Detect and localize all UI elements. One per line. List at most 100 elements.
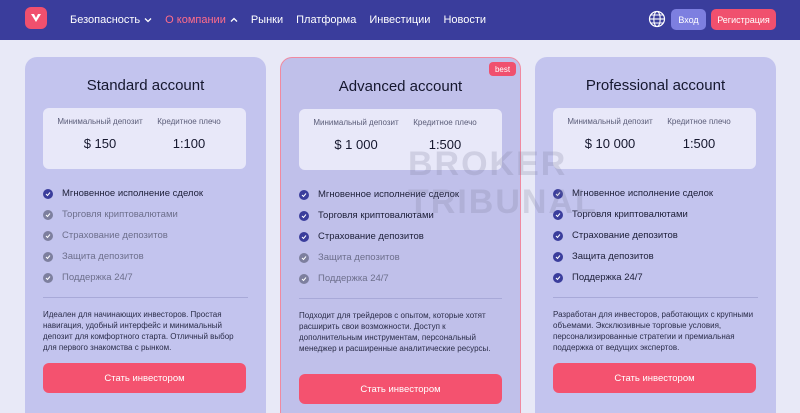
divider (43, 297, 248, 298)
nav-item-label: Платформа (296, 14, 357, 26)
globe-icon[interactable] (648, 10, 666, 28)
feature-list: Мгновенное исполнение сделок Торговля кр… (553, 183, 713, 288)
best-badge: best (489, 62, 516, 76)
feature-item: Защита депозитов (299, 247, 459, 268)
nav-item-label: Инвестиции (369, 14, 431, 26)
become-investor-button[interactable]: Стать инвестором (299, 374, 502, 404)
feature-label: Страхование депозитов (62, 230, 168, 241)
feature-list: Мгновенное исполнение сделок Торговля кр… (43, 183, 203, 288)
divider (299, 298, 502, 299)
feature-item: Поддержка 24/7 (299, 268, 459, 289)
card-description: Разработан для инвесторов, работающих с … (553, 310, 754, 352)
feature-item: Торговля криптовалютами (43, 204, 203, 225)
card-description: Подходит для трейдеров с опытом, которые… (299, 311, 491, 353)
card-description: Идеален для начинающих инвесторов. Прост… (43, 310, 234, 352)
feature-label: Торговля криптовалютами (62, 209, 178, 220)
feature-label: Мгновенное исполнение сделок (62, 188, 204, 199)
feature-item: Страхование депозитов (43, 225, 203, 246)
min-deposit-value: $ 10 000 (584, 136, 636, 151)
feature-item: Поддержка 24/7 (553, 267, 713, 288)
nav-item-security[interactable]: Безопасность (70, 14, 152, 26)
leverage-value: 1:100 (172, 136, 206, 151)
card-stats: Минимальный депозит $ 150 Кредитное плеч… (43, 108, 246, 169)
feature-item: Страхование депозитов (299, 226, 459, 247)
min-deposit-stat: Минимальный депозит $ 1 000 (311, 118, 401, 152)
check-circle-icon (553, 251, 563, 262)
nav-item-platform[interactable]: Платформа (296, 14, 356, 26)
feature-item: Торговля криптовалютами (299, 205, 459, 226)
leverage-label: Кредитное плечо (667, 117, 731, 126)
feature-label: Страхование депозитов (318, 231, 424, 242)
check-circle-icon (299, 231, 309, 242)
min-deposit-label: Минимальный депозит (57, 117, 143, 126)
leverage-stat: Кредитное плечо 1:100 (144, 117, 234, 151)
check-circle-icon (299, 210, 309, 221)
check-circle-icon (553, 230, 563, 241)
feature-item: Защита депозитов (43, 246, 203, 267)
feature-label: Защита депозитов (62, 251, 144, 262)
nav-item-markets[interactable]: Рынки (251, 14, 283, 26)
nav-item-label: Безопасность (70, 14, 141, 26)
feature-label: Поддержка 24/7 (572, 272, 643, 283)
feature-item: Страхование депозитов (553, 225, 713, 246)
feature-label: Торговля криптовалютами (572, 209, 688, 220)
card-title: Advanced account (338, 78, 463, 95)
min-deposit-value: $ 1 000 (334, 137, 378, 152)
feature-item: Мгновенное исполнение сделок (299, 184, 459, 205)
min-deposit-label: Минимальный депозит (567, 117, 653, 126)
check-circle-icon (43, 272, 53, 283)
nav-item-label: Новости (443, 14, 487, 26)
card-stats: Минимальный депозит $ 1 000 Кредитное пл… (299, 109, 502, 170)
check-circle-icon (553, 272, 563, 283)
check-circle-icon (553, 188, 563, 199)
nav-item-label: О компании (165, 14, 226, 26)
feature-label: Защита депозитов (572, 251, 654, 262)
check-circle-icon (299, 189, 309, 200)
leverage-stat: Кредитное плечо 1:500 (400, 118, 490, 152)
feature-item: Мгновенное исполнение сделок (43, 183, 203, 204)
min-deposit-stat: Минимальный депозит $ 10 000 (565, 117, 655, 151)
check-circle-icon (43, 209, 53, 220)
feature-label: Мгновенное исполнение сделок (318, 189, 460, 200)
nav-item-about[interactable]: О компании (165, 14, 238, 26)
min-deposit-stat: Минимальный депозит $ 150 (55, 117, 145, 151)
become-investor-button[interactable]: Стать инвестором (553, 363, 756, 393)
leverage-label: Кредитное плечо (157, 117, 221, 126)
min-deposit-label: Минимальный депозит (313, 118, 399, 127)
become-investor-button[interactable]: Стать инвестором (43, 363, 246, 393)
leverage-stat: Кредитное плечо 1:500 (654, 117, 744, 151)
feature-item: Торговля криптовалютами (553, 204, 713, 225)
feature-item: Поддержка 24/7 (43, 267, 203, 288)
brand-logo[interactable] (25, 7, 47, 29)
register-button[interactable]: Регистрация (711, 9, 776, 30)
leverage-label: Кредитное плечо (413, 118, 477, 127)
chevron-up-icon (230, 17, 238, 22)
main-nav: Безопасность О компании Рынки Платформа … (70, 0, 486, 40)
check-circle-icon (43, 188, 53, 199)
card-title: Standard account (86, 77, 205, 94)
divider (553, 297, 758, 298)
feature-list: Мгновенное исполнение сделок Торговля кр… (299, 184, 459, 289)
pricing-card-professional: Professional account Минимальный депозит… (535, 57, 776, 413)
check-circle-icon (299, 252, 309, 263)
brand-logo-icon (31, 14, 41, 22)
feature-label: Поддержка 24/7 (318, 273, 389, 284)
nav-item-investments[interactable]: Инвестиции (369, 14, 430, 26)
chevron-down-icon (144, 18, 152, 23)
check-circle-icon (43, 251, 53, 262)
nav-item-news[interactable]: Новости (443, 14, 486, 26)
login-button[interactable]: Вход (671, 9, 706, 30)
card-title: Professional account (585, 77, 726, 94)
feature-label: Защита депозитов (318, 252, 400, 263)
feature-label: Поддержка 24/7 (62, 272, 133, 283)
leverage-value: 1:500 (428, 137, 462, 152)
min-deposit-value: $ 150 (83, 136, 117, 151)
feature-item: Мгновенное исполнение сделок (553, 183, 713, 204)
check-circle-icon (299, 273, 309, 284)
leverage-value: 1:500 (682, 136, 716, 151)
nav-item-label: Рынки (250, 14, 284, 26)
pricing-card-advanced: best Advanced account Минимальный депози… (280, 57, 521, 413)
top-navigation-bar: Безопасность О компании Рынки Платформа … (0, 0, 800, 40)
check-circle-icon (43, 230, 53, 241)
feature-item: Защита депозитов (553, 246, 713, 267)
